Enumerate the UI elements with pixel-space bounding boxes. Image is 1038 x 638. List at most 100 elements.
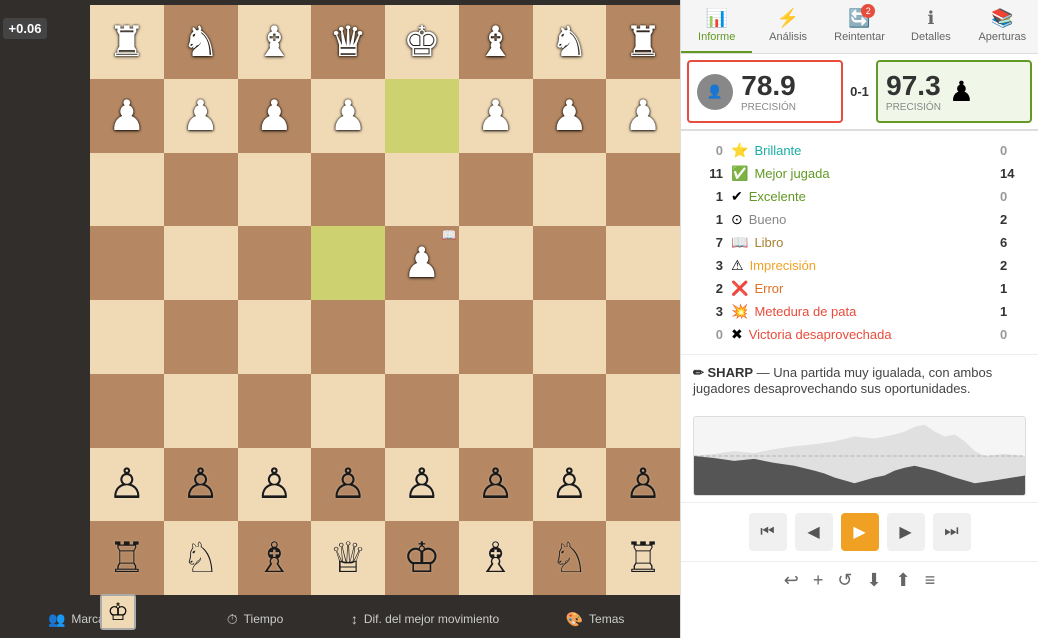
- square[interactable]: [238, 300, 312, 374]
- square[interactable]: ♛: [311, 5, 385, 79]
- stat-label: ⚠ Imprecisión: [723, 257, 996, 274]
- square[interactable]: [385, 153, 459, 227]
- square[interactable]: [606, 153, 680, 227]
- square[interactable]: [90, 153, 164, 227]
- add-icon[interactable]: +: [813, 570, 824, 591]
- square[interactable]: [533, 374, 607, 448]
- square[interactable]: [606, 300, 680, 374]
- stat-label: ✅ Mejor jugada: [723, 165, 996, 182]
- square[interactable]: [459, 374, 533, 448]
- square[interactable]: [385, 79, 459, 153]
- square[interactable]: ♟: [533, 79, 607, 153]
- square[interactable]: ♟: [459, 79, 533, 153]
- next-button[interactable]: ▶: [887, 513, 925, 551]
- square[interactable]: ♚: [385, 5, 459, 79]
- square[interactable]: ♝: [238, 5, 312, 79]
- square[interactable]: ♘: [533, 521, 607, 595]
- stat-name-text: Error: [754, 281, 783, 296]
- square[interactable]: [533, 153, 607, 227]
- play-button[interactable]: ▶: [841, 513, 879, 551]
- flip-icon[interactable]: ↩: [784, 570, 799, 591]
- square[interactable]: [238, 374, 312, 448]
- square[interactable]: [533, 300, 607, 374]
- square[interactable]: ♙: [385, 448, 459, 522]
- square[interactable]: ♜: [606, 5, 680, 79]
- main-area: +0.06 ⚙ ♜♞♝♛♚♝♞♜♟♟♟♟♟♟♟♟📖♙♙♙♙♙♙♙♙♖♘♗♕♔♗♘…: [0, 0, 1038, 638]
- tab-reintentar[interactable]: 🔄 Reintentar 2: [824, 0, 895, 53]
- square[interactable]: [90, 300, 164, 374]
- chess-piece: ♗: [477, 537, 515, 579]
- stat-type-icon: 📖: [731, 234, 748, 251]
- square[interactable]: [311, 226, 385, 300]
- square[interactable]: [311, 153, 385, 227]
- detalles-icon: ℹ: [928, 8, 935, 29]
- download-icon[interactable]: ⬇: [867, 570, 882, 591]
- bottom-tiempo[interactable]: ⏱ Tiempo: [170, 605, 340, 634]
- square[interactable]: ♙: [90, 448, 164, 522]
- square[interactable]: ♙: [533, 448, 607, 522]
- tab-analisis-label: Análisis: [769, 31, 807, 43]
- square[interactable]: ♟: [90, 79, 164, 153]
- stat-row: 3 💥 Metedura de pata 1: [693, 300, 1026, 323]
- chess-piece: ♙: [182, 463, 220, 505]
- square[interactable]: ♟: [311, 79, 385, 153]
- square[interactable]: [385, 374, 459, 448]
- square[interactable]: [606, 226, 680, 300]
- square[interactable]: ♝: [459, 5, 533, 79]
- square[interactable]: [164, 153, 238, 227]
- square[interactable]: [311, 300, 385, 374]
- square[interactable]: ♞: [533, 5, 607, 79]
- square[interactable]: ♗: [459, 521, 533, 595]
- refresh-icon[interactable]: ↺: [837, 570, 852, 591]
- square[interactable]: ♙: [164, 448, 238, 522]
- player-left-avatar: 👤: [697, 74, 733, 110]
- square[interactable]: [459, 153, 533, 227]
- stat-left-num: 1: [693, 189, 723, 204]
- square[interactable]: ♖: [606, 521, 680, 595]
- marcador-icon: 👥: [48, 611, 65, 628]
- tab-analisis[interactable]: ⚡ Análisis: [752, 0, 823, 53]
- square[interactable]: [606, 374, 680, 448]
- square[interactable]: ♟: [606, 79, 680, 153]
- last-button[interactable]: ⏭: [933, 513, 971, 551]
- square[interactable]: ♙: [311, 448, 385, 522]
- square[interactable]: [238, 226, 312, 300]
- square[interactable]: ♜: [90, 5, 164, 79]
- square[interactable]: [459, 300, 533, 374]
- square[interactable]: ♟📖: [385, 226, 459, 300]
- square[interactable]: ♕: [311, 521, 385, 595]
- menu-icon[interactable]: ≡: [925, 570, 936, 591]
- square[interactable]: [90, 374, 164, 448]
- dif-label: Dif. del mejor movimiento: [364, 612, 499, 626]
- square[interactable]: ♟: [238, 79, 312, 153]
- chess-piece: ♙: [477, 463, 515, 505]
- square[interactable]: ♔: [385, 521, 459, 595]
- square[interactable]: [238, 153, 312, 227]
- square[interactable]: [164, 300, 238, 374]
- tab-aperturas[interactable]: 📚 Aperturas: [967, 0, 1038, 53]
- square[interactable]: [164, 374, 238, 448]
- square[interactable]: ♙: [459, 448, 533, 522]
- square[interactable]: [90, 226, 164, 300]
- square[interactable]: ♙: [238, 448, 312, 522]
- bottom-dif[interactable]: ↕ Dif. del mejor movimiento: [340, 605, 510, 633]
- tab-informe[interactable]: 📊 Informe: [681, 0, 752, 53]
- square[interactable]: ♞: [164, 5, 238, 79]
- square[interactable]: [533, 226, 607, 300]
- tab-detalles[interactable]: ℹ Detalles: [895, 0, 966, 53]
- square[interactable]: [385, 300, 459, 374]
- square[interactable]: ♘: [164, 521, 238, 595]
- first-button[interactable]: ⏮: [749, 513, 787, 551]
- square[interactable]: [459, 226, 533, 300]
- prev-button[interactable]: ◀: [795, 513, 833, 551]
- square[interactable]: ♙: [606, 448, 680, 522]
- share-icon[interactable]: ⬆: [896, 570, 911, 591]
- square[interactable]: ♟: [164, 79, 238, 153]
- square[interactable]: [311, 374, 385, 448]
- stat-right-num: 2: [996, 212, 1026, 227]
- bottom-temas[interactable]: 🎨 Temas: [510, 605, 680, 634]
- square[interactable]: [164, 226, 238, 300]
- bottom-marcador[interactable]: 👥 Marcador: [0, 605, 170, 634]
- square[interactable]: ♖: [90, 521, 164, 595]
- square[interactable]: ♗: [238, 521, 312, 595]
